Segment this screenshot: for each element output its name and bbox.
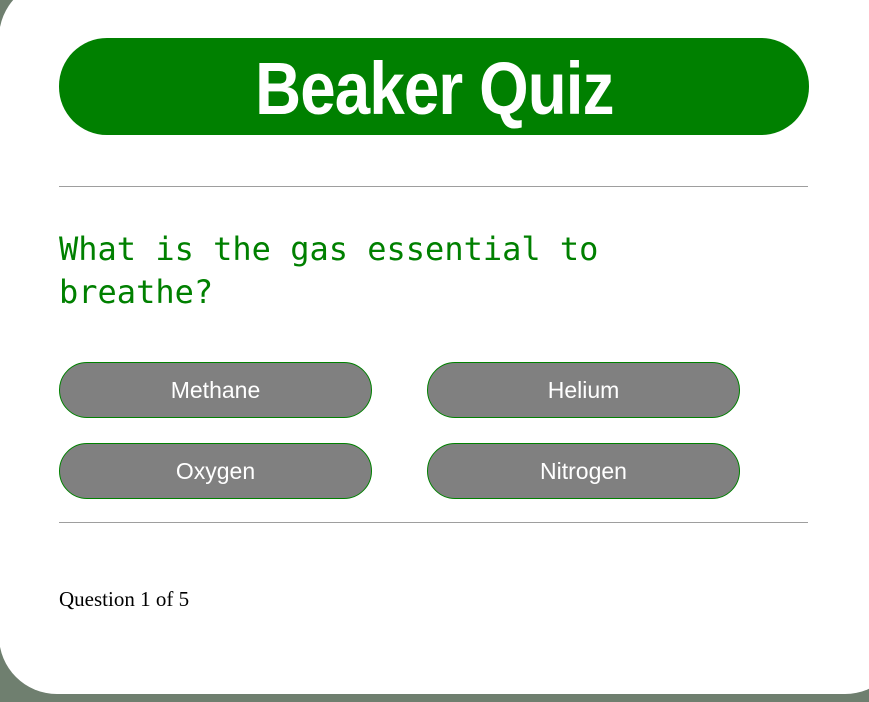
page-title: Beaker Quiz <box>254 46 614 130</box>
bottom-divider <box>59 522 808 523</box>
answer-button-methane[interactable]: Methane <box>59 362 372 418</box>
answer-button-nitrogen[interactable]: Nitrogen <box>427 443 740 499</box>
answer-button-oxygen[interactable]: Oxygen <box>59 443 372 499</box>
question-text: What is the gas essential to breathe? <box>59 230 599 311</box>
title-banner: Beaker Quiz <box>59 38 809 135</box>
top-divider <box>59 186 808 187</box>
answer-button-helium[interactable]: Helium <box>427 362 740 418</box>
quiz-card: Beaker Quiz What is the gas essential to… <box>0 0 869 694</box>
question-progress: Question 1 of 5 <box>59 587 190 611</box>
